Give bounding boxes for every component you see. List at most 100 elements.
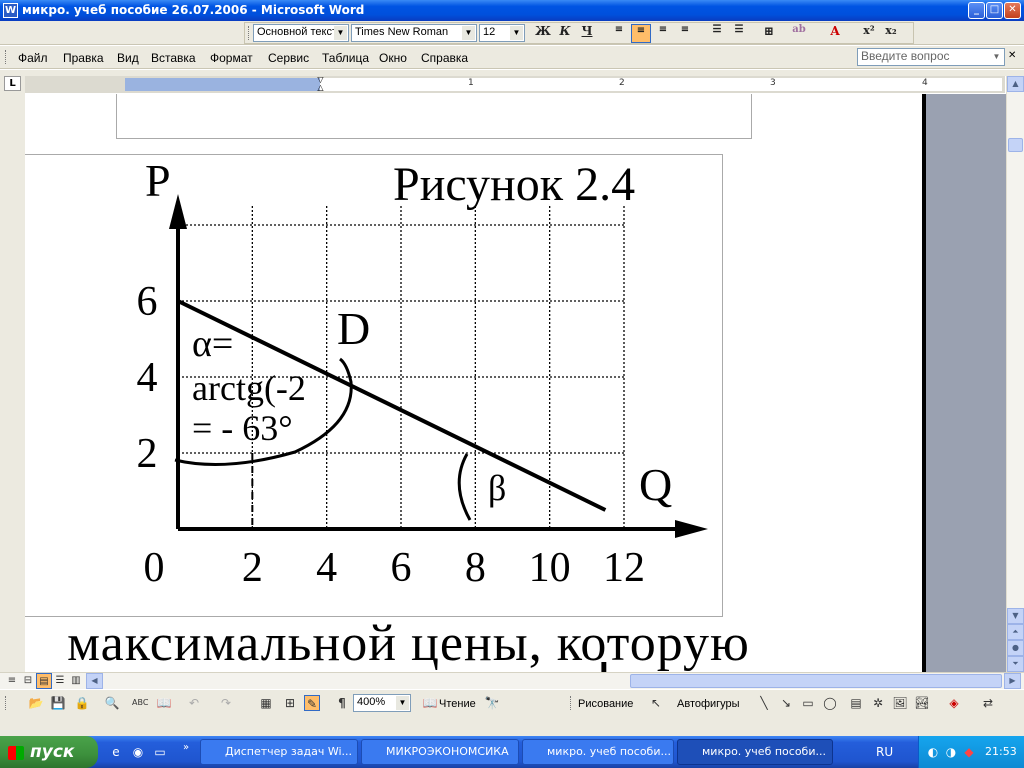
scroll-right-icon[interactable]: ▶ xyxy=(1004,673,1021,689)
scroll-left-icon[interactable]: ◀ xyxy=(86,673,103,689)
highlight-icon[interactable]: ab xyxy=(789,24,809,43)
italic-button[interactable]: К xyxy=(555,24,575,43)
word-app-icon[interactable]: W xyxy=(3,3,18,18)
select-browse-object-icon[interactable]: ● xyxy=(1007,640,1024,656)
task-button[interactable]: Диспетчер задач Wi... xyxy=(200,739,358,765)
scroll-thumb[interactable] xyxy=(1008,138,1023,152)
rectangle-icon[interactable]: ▭ xyxy=(800,695,816,711)
bold-button[interactable]: Ж xyxy=(533,24,553,43)
next-page-icon[interactable]: ⏷ xyxy=(1007,656,1024,672)
task-button[interactable]: микро. учеб пособи... xyxy=(522,739,674,765)
redo-icon[interactable]: ↷ xyxy=(218,695,234,711)
clipart-icon[interactable]: 🖼 xyxy=(892,695,908,711)
tab-selector[interactable]: L xyxy=(4,76,21,91)
binoculars-icon[interactable]: 🔭 xyxy=(484,695,500,711)
research-icon[interactable]: 📖 xyxy=(156,695,172,711)
arrow-icon[interactable]: ↘ xyxy=(778,695,794,711)
spelling-icon[interactable]: ABC xyxy=(132,695,148,711)
menu-tools[interactable]: Сервис xyxy=(268,51,309,65)
drawing-toggle-icon[interactable]: ✎ xyxy=(304,695,320,711)
picture-icon[interactable]: 🏞 xyxy=(914,695,930,711)
drawing-menu[interactable]: Рисование xyxy=(578,698,633,710)
line-style-icon[interactable]: ⇄ xyxy=(980,695,996,711)
reading-mode-button[interactable]: Чтение xyxy=(439,698,476,710)
textbox-icon[interactable]: ▤ xyxy=(848,695,864,711)
outline-view-icon[interactable]: ☰ xyxy=(52,673,68,689)
menu-format[interactable]: Формат xyxy=(210,51,253,65)
menu-help[interactable]: Справка xyxy=(421,51,468,65)
folder-icon[interactable]: ▭ xyxy=(152,744,168,760)
show-formatting-icon[interactable]: ¶ xyxy=(334,695,350,711)
undo-icon[interactable]: ↶ xyxy=(186,695,202,711)
menu-insert[interactable]: Вставка xyxy=(151,51,196,65)
underline-button[interactable]: Ч xyxy=(577,24,597,43)
close-button[interactable]: ✕ xyxy=(1004,2,1021,19)
x-tick-label: 2 xyxy=(242,545,263,591)
web-view-icon[interactable]: ⊟ xyxy=(20,673,36,689)
print-preview-icon[interactable]: 🔍 xyxy=(104,695,120,711)
line-icon[interactable]: ╲ xyxy=(756,695,772,711)
scroll-up-icon[interactable]: ▲ xyxy=(1007,76,1024,92)
justify-icon[interactable]: ≡ xyxy=(675,24,695,43)
menu-edit[interactable]: Правка xyxy=(63,51,104,65)
tray-icon[interactable]: ◆ xyxy=(961,744,977,760)
close-document-icon[interactable]: ✕ xyxy=(1008,50,1016,61)
subscript-icon[interactable]: x₂ xyxy=(881,24,901,43)
help-search-input[interactable]: Введите вопрос ▼ xyxy=(857,48,1005,66)
align-left-icon[interactable]: ≡ xyxy=(609,24,629,43)
zoom-dropdown[interactable]: 400% ▼ xyxy=(353,694,411,712)
align-right-icon[interactable]: ≡ xyxy=(653,24,673,43)
insert-excel-icon[interactable]: ⊞ xyxy=(282,695,298,711)
page-gutter xyxy=(922,94,1006,672)
fill-color-icon[interactable]: ◈ xyxy=(946,695,962,711)
indent-marker-icon[interactable]: ▽ △ xyxy=(316,76,325,93)
reading-view-icon[interactable]: ▥ xyxy=(68,673,84,689)
toolbar-grip[interactable] xyxy=(248,26,251,40)
horizontal-scrollbar[interactable]: ≡ ⊟ ▤ ☰ ▥ ◀ ▶ xyxy=(0,672,1024,689)
style-dropdown[interactable]: Основной текст ▼ xyxy=(253,24,349,42)
prev-page-icon[interactable]: ⏶ xyxy=(1007,624,1024,640)
bullet-list-icon[interactable]: ☰ xyxy=(729,24,749,43)
menu-window[interactable]: Окно xyxy=(379,51,407,65)
task-button[interactable]: микро. учеб пособи... xyxy=(677,739,833,765)
font-dropdown[interactable]: Times New Roman ▼ xyxy=(351,24,477,42)
menu-grip[interactable] xyxy=(5,50,8,64)
language-indicator[interactable]: RU xyxy=(876,745,893,759)
save-icon[interactable]: 💾 xyxy=(50,695,66,711)
toolbar-grip[interactable] xyxy=(570,696,573,710)
maximize-button[interactable]: □ xyxy=(986,2,1003,19)
superscript-icon[interactable]: x² xyxy=(859,24,879,43)
menu-view[interactable]: Вид xyxy=(117,51,139,65)
diagram-icon[interactable]: ✲ xyxy=(870,695,886,711)
permission-icon[interactable]: 🔒 xyxy=(74,695,90,711)
autoshapes-menu[interactable]: Автофигуры xyxy=(677,698,740,710)
reading-mode-icon[interactable]: 📖 xyxy=(422,695,438,711)
toolbar-grip[interactable] xyxy=(5,696,8,710)
task-button[interactable]: МИКРОЭКОНОМСИКА xyxy=(361,739,519,765)
left-margin-area xyxy=(0,76,25,676)
align-center-icon[interactable]: ≡ xyxy=(631,24,651,43)
document-page[interactable]: 0 2 4 6 8 10 12 2 4 6 P Q Рисунок 2.4 D α= arctg… xyxy=(25,94,922,672)
ie-icon[interactable]: e xyxy=(108,744,124,760)
tray-icon[interactable]: ◐ xyxy=(925,744,941,760)
numbered-list-icon[interactable]: ☰ xyxy=(707,24,727,43)
select-objects-icon[interactable]: ↖ xyxy=(648,695,664,711)
tray-icon[interactable]: ◑ xyxy=(943,744,959,760)
scroll-down-icon[interactable]: ▼ xyxy=(1007,608,1024,624)
normal-view-icon[interactable]: ≡ xyxy=(4,673,20,689)
minimize-button[interactable]: _ xyxy=(968,2,985,19)
figure-canvas: 0 2 4 6 8 10 12 2 4 6 P Q Рисунок 2.4 D α= arctg… xyxy=(137,155,708,591)
hscroll-thumb[interactable] xyxy=(630,674,1002,688)
open-icon[interactable]: 📂 xyxy=(28,695,44,711)
oval-icon[interactable]: ◯ xyxy=(822,695,838,711)
menu-table[interactable]: Таблица xyxy=(322,51,369,65)
media-icon[interactable]: ◉ xyxy=(130,744,146,760)
insert-table-icon[interactable]: ▦ xyxy=(258,695,274,711)
more-quicklaunch-icon[interactable]: » xyxy=(178,740,194,756)
menu-file[interactable]: Файл xyxy=(18,51,48,65)
border-icon[interactable]: ⊞ xyxy=(759,24,779,43)
print-layout-icon[interactable]: ▤ xyxy=(36,673,52,689)
vertical-scrollbar[interactable]: ▲ ▼ ⏶ ● ⏷ xyxy=(1006,76,1024,672)
font-color-icon[interactable]: A xyxy=(825,24,845,43)
size-dropdown[interactable]: 12 ▼ xyxy=(479,24,525,42)
